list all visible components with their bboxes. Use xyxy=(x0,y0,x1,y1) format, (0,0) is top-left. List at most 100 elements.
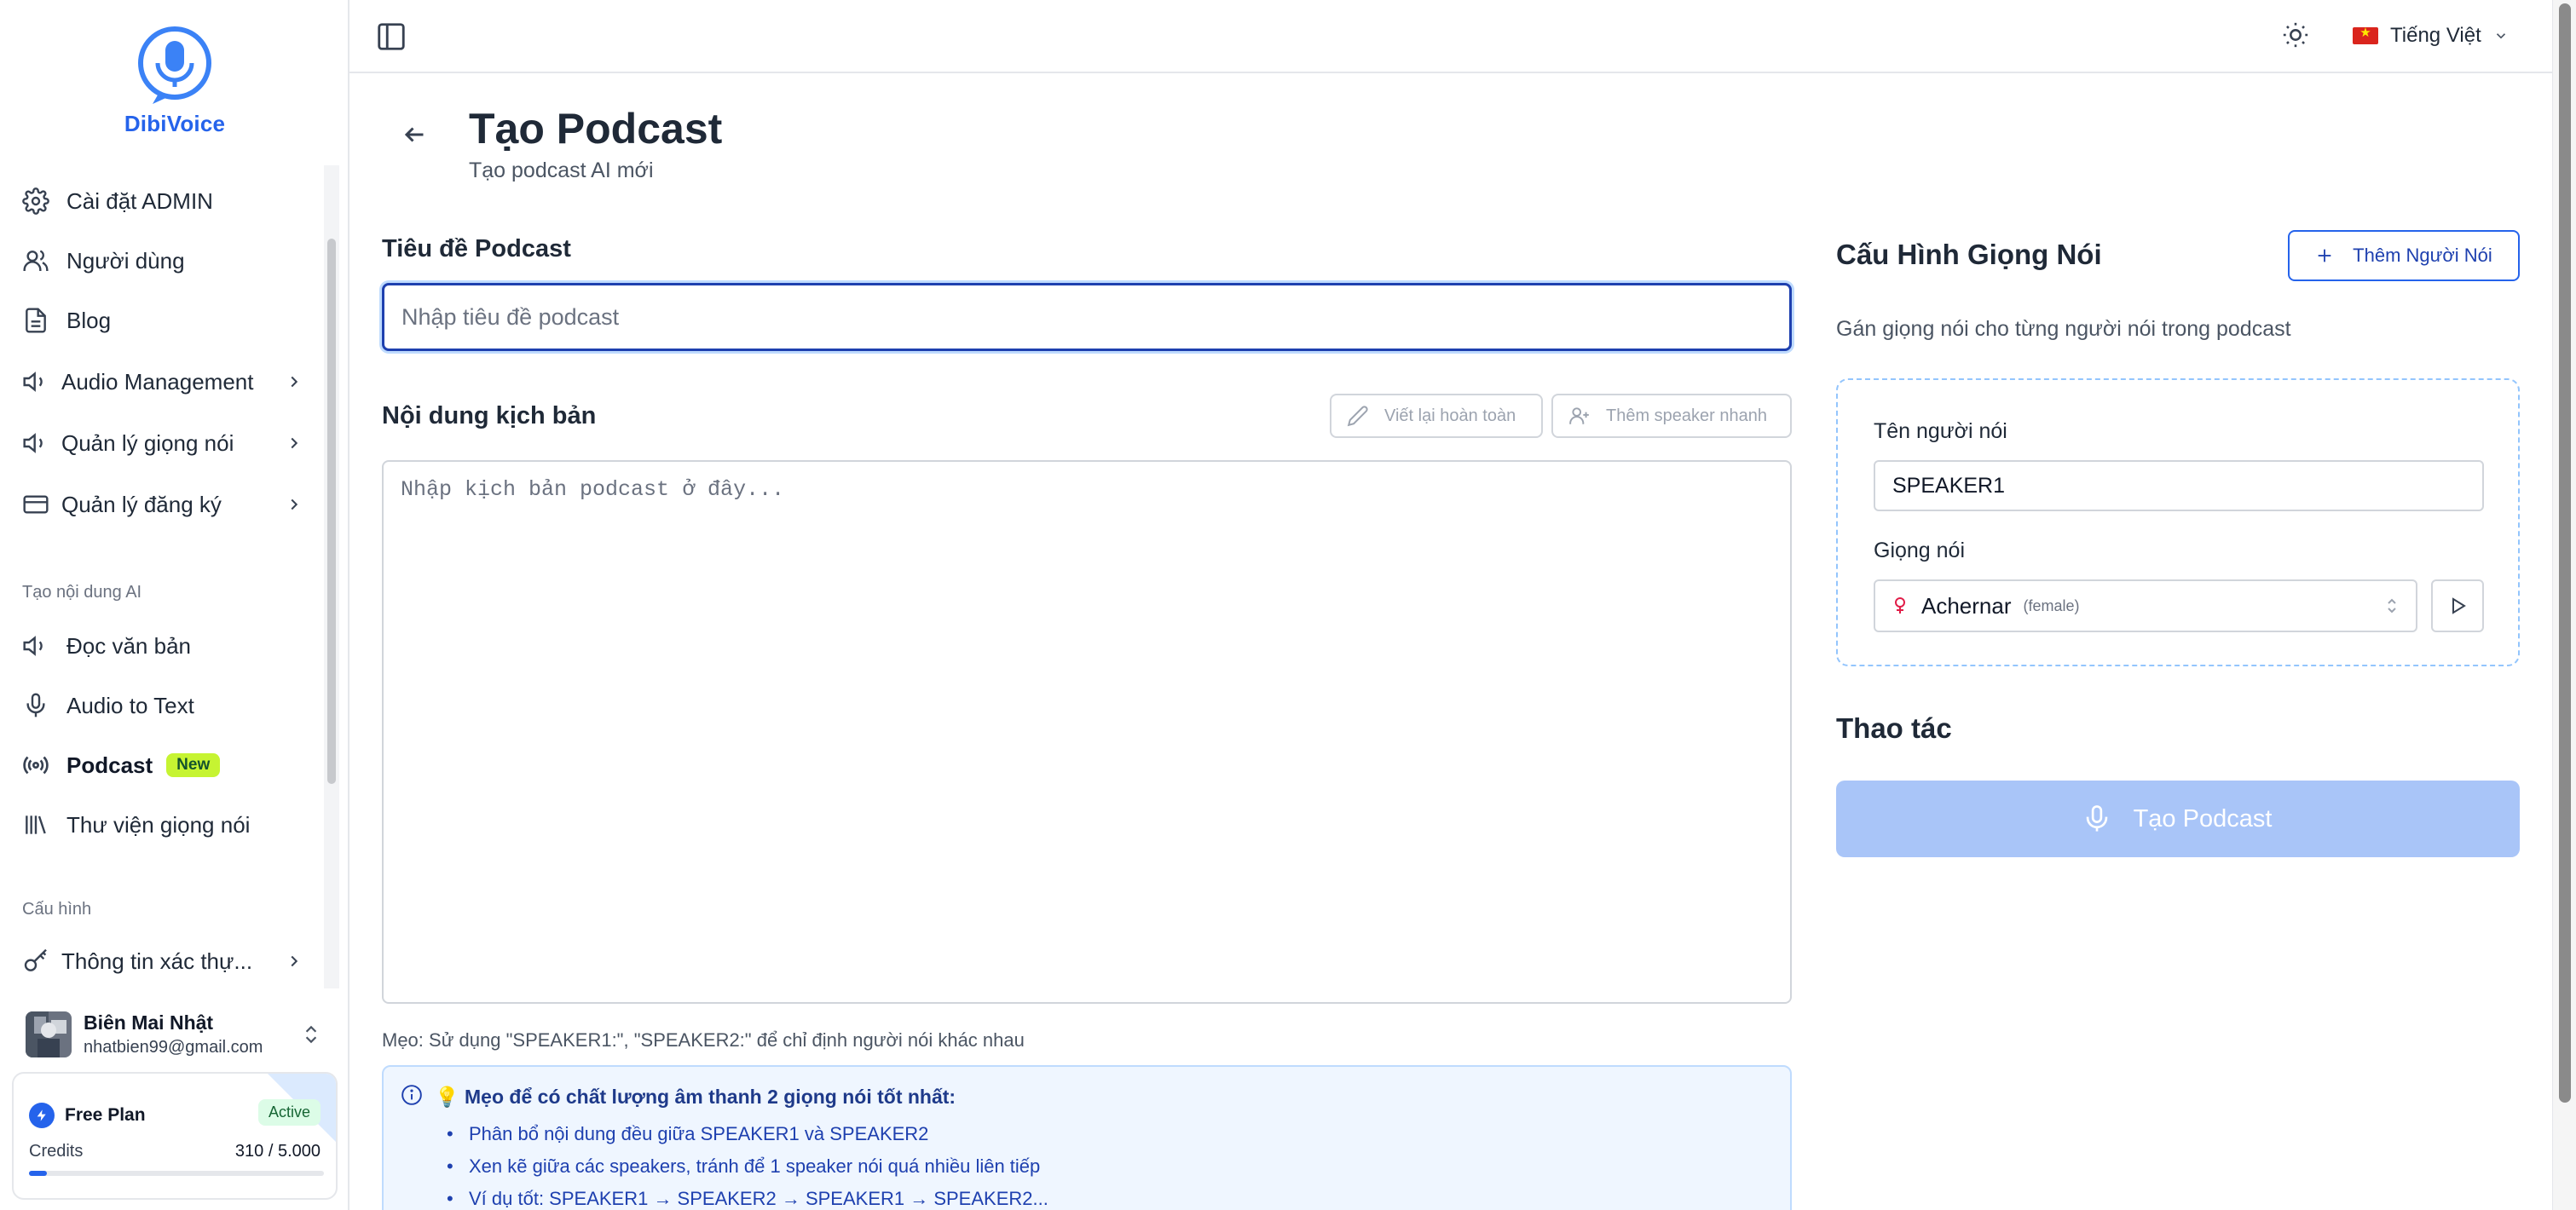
speaker-name-label: Tên người nói xyxy=(1874,419,2007,443)
quick-add-speaker-button[interactable]: Thêm speaker nhanh xyxy=(1551,394,1792,438)
sidebar-item-text-reader[interactable]: Đọc văn bản xyxy=(22,622,303,670)
script-label: Nội dung kịch bản xyxy=(382,402,597,429)
broadcast-icon xyxy=(23,756,49,775)
sidebar-item-audio-to-text[interactable]: Audio to Text xyxy=(22,682,303,729)
user-menu[interactable]: Biên Mai Nhật nhatbien99@gmail.com xyxy=(0,995,349,1074)
create-podcast-label: Tạo Podcast xyxy=(2133,804,2273,833)
chevron-right-icon xyxy=(291,437,298,449)
sidebar-item-podcast[interactable]: Podcast New xyxy=(22,741,303,789)
credits-progress-bar xyxy=(29,1171,324,1176)
sidebar-toggle-icon[interactable] xyxy=(375,20,407,53)
voice-select[interactable]: Achernar (female) xyxy=(1874,579,2417,632)
sidebar-scrollbar-thumb[interactable] xyxy=(327,239,336,784)
sun-icon[interactable] xyxy=(2281,20,2310,49)
chevron-down-icon xyxy=(2496,33,2505,39)
credits-label: Credits xyxy=(29,1142,84,1161)
sidebar-item-label: Blog xyxy=(66,307,112,333)
play-voice-button[interactable] xyxy=(2431,579,2484,632)
plan-status-badge: Active xyxy=(257,1099,321,1126)
info-icon xyxy=(401,1085,422,1105)
users-icon xyxy=(23,250,49,271)
speaker-icon xyxy=(23,372,43,392)
rewrite-button-label: Viết lại hoàn toàn xyxy=(1384,406,1516,425)
voice-name: Achernar xyxy=(1921,592,2012,619)
sidebar-item-users[interactable]: Người dùng xyxy=(22,237,303,285)
create-podcast-button[interactable]: Tạo Podcast xyxy=(1836,781,2520,857)
pencil-icon xyxy=(1347,406,1368,427)
credits-progress-fill xyxy=(29,1171,48,1176)
speaker-card: Tên người nói Giọng nói Achernar (female… xyxy=(1836,378,2520,666)
sidebar-item-label: Đọc văn bản xyxy=(66,632,191,659)
topbar: Tiếng Việt xyxy=(349,0,2552,73)
sidebar-item-subscription-management[interactable]: Quản lý đăng ký xyxy=(22,481,303,528)
microphone-logo-icon xyxy=(138,26,211,104)
podcast-title-input[interactable] xyxy=(382,283,1792,351)
chevrons-up-down-icon xyxy=(2388,598,2396,614)
actions-title: Thao tác xyxy=(1836,712,1952,744)
quality-tips-heading: 💡 Mẹo để có chất lượng âm thanh 2 giọng … xyxy=(435,1086,956,1108)
sidebar-section-config: Cấu hình xyxy=(22,900,92,919)
page-scrollbar[interactable] xyxy=(2552,0,2576,1210)
user-info: Biên Mai Nhật nhatbien99@gmail.com xyxy=(84,1011,263,1057)
plan-card[interactable]: Free Plan Active Credits 310 / 5.000 xyxy=(12,1072,338,1200)
sidebar: DibiVoice Cài đặt ADMIN Người dùng Blog … xyxy=(0,0,349,1210)
speaker-icon xyxy=(23,636,43,656)
voice-label: Giọng nói xyxy=(1874,539,1966,562)
page-subtitle: Tạo podcast AI mới xyxy=(469,158,654,182)
sidebar-item-label: Quản lý giọng nói xyxy=(61,429,234,456)
rewrite-button[interactable]: Viết lại hoàn toàn xyxy=(1330,394,1543,438)
sidebar-item-label: Quản lý đăng ký xyxy=(61,491,222,517)
key-icon xyxy=(24,948,47,971)
sidebar-item-label: Audio Management xyxy=(61,368,254,395)
brand-logo[interactable]: DibiVoice xyxy=(0,26,349,137)
language-selector[interactable]: Tiếng Việt xyxy=(2353,20,2509,51)
language-label: Tiếng Việt xyxy=(2390,24,2481,47)
sidebar-item-label: Thư viện giọng nói xyxy=(66,811,251,838)
page-scrollbar-thumb[interactable] xyxy=(2559,3,2571,1103)
podcast-title-label: Tiêu đề Podcast xyxy=(382,235,571,262)
sidebar-item-label: Audio to Text xyxy=(66,692,194,718)
sidebar-item-label: Podcast xyxy=(66,752,153,778)
sidebar-scrollbar[interactable] xyxy=(324,165,339,988)
sidebar-section-ai: Tạo nội dung AI xyxy=(22,583,142,602)
add-speaker-button[interactable]: Thêm Người Nói xyxy=(2288,230,2520,281)
mic-icon xyxy=(26,693,45,717)
speaker-tip: Mẹo: Sử dụng "SPEAKER1:", "SPEAKER2:" để… xyxy=(382,1029,1025,1051)
chevron-right-icon xyxy=(291,376,298,388)
plus-icon xyxy=(2318,249,2331,262)
page-title: Tạo Podcast xyxy=(469,105,723,153)
user-email: nhatbien99@gmail.com xyxy=(84,1038,263,1057)
play-icon xyxy=(2452,597,2466,614)
speaker-name-input[interactable] xyxy=(1874,460,2484,511)
sidebar-item-auth-info[interactable]: Thông tin xác thự... xyxy=(22,937,303,985)
sidebar-item-blog[interactable]: Blog xyxy=(22,297,303,344)
quick-add-speaker-label: Thêm speaker nhanh xyxy=(1606,406,1768,425)
user-name: Biên Mai Nhật xyxy=(84,1011,214,1034)
user-plus-icon xyxy=(1569,407,1589,424)
sidebar-item-admin-settings[interactable]: Cài đặt ADMIN xyxy=(22,177,303,225)
chevron-right-icon xyxy=(291,955,298,967)
voice-gender: (female) xyxy=(2023,596,2080,614)
list-item: Xen kẽ giữa các speakers, tránh để 1 spe… xyxy=(435,1150,1048,1183)
document-icon xyxy=(26,308,46,333)
library-icon xyxy=(26,815,46,834)
list-item: Phân bổ nội dung đều giữa SPEAKER1 và SP… xyxy=(435,1118,1048,1150)
sidebar-item-label: Cài đặt ADMIN xyxy=(66,187,213,214)
new-badge: New xyxy=(166,753,221,777)
sidebar-item-audio-management[interactable]: Audio Management xyxy=(22,358,303,406)
sidebar-item-voice-management[interactable]: Quản lý giọng nói xyxy=(22,419,303,467)
list-item: Ví dụ tốt: SPEAKER1 → SPEAKER2 → SPEAKER… xyxy=(435,1183,1048,1210)
sidebar-item-label: Thông tin xác thự... xyxy=(61,948,253,974)
plan-header: Free Plan xyxy=(29,1103,146,1128)
chevrons-up-down-icon[interactable] xyxy=(300,1023,322,1046)
female-voice-icon xyxy=(1895,597,1905,614)
sidebar-item-voice-library[interactable]: Thư viện giọng nói xyxy=(22,801,303,849)
back-arrow-icon[interactable] xyxy=(399,119,430,150)
brand-name: DibiVoice xyxy=(124,111,226,136)
plan-name: Free Plan xyxy=(65,1105,146,1125)
voice-config-title: Cấu Hình Giọng Nói xyxy=(1836,239,2102,270)
script-textarea[interactable] xyxy=(382,460,1792,1004)
sidebar-item-label: Người dùng xyxy=(66,247,185,274)
chevron-right-icon xyxy=(291,498,298,510)
lightning-icon xyxy=(29,1103,55,1128)
